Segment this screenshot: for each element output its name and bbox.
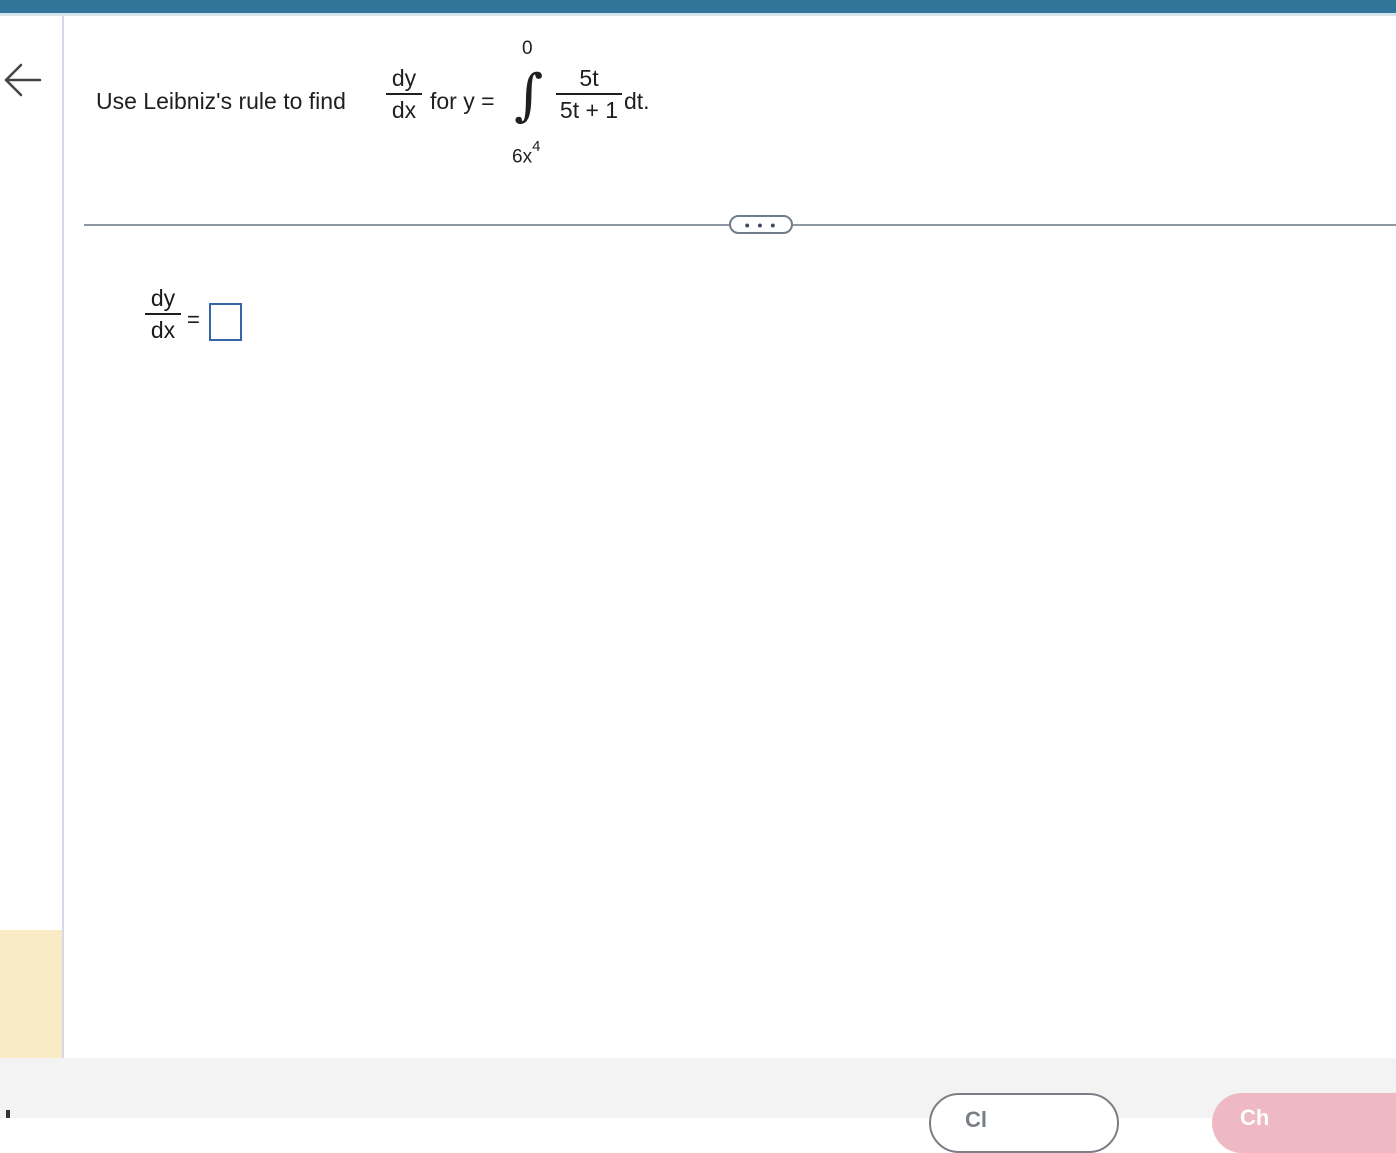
lower-limit-exponent: 4 [532,138,541,155]
fraction-bar [386,93,422,95]
question-middle: for y = [430,88,495,114]
more-options-button[interactable]: • • • [729,215,793,234]
integrand-denominator: 5t + 1 [559,97,619,123]
integral-upper-limit: 0 [522,38,533,59]
left-rail-highlight [0,930,62,1058]
integrand-fraction-bar [556,93,622,95]
fraction-denominator: dx [391,97,417,123]
left-rail-border [62,16,64,1058]
answer-dy-dx-fraction: dy dx [145,285,181,343]
answer-input[interactable] [209,303,242,341]
secondary-action-label: Cl [965,1107,987,1132]
ellipsis-icon: • • • [744,216,778,233]
dy-dx-fraction: dy dx [386,65,422,123]
primary-action-button[interactable]: Ch [1212,1093,1396,1153]
integrand-fraction: 5t 5t + 1 [556,65,622,123]
answer-fraction-numerator: dy [150,285,176,311]
lower-limit-base: 6x [512,146,533,168]
arrow-left-icon [4,63,42,97]
back-button[interactable] [2,60,42,100]
left-rail [0,16,62,1058]
top-header-bar [0,0,1396,13]
integrand-numerator: 5t [579,65,599,91]
fraction-numerator: dy [391,65,417,91]
answer-fraction-denominator: dx [150,317,176,343]
integral-lower-limit: 6x4 [512,138,540,168]
question-suffix: dt. [624,88,650,114]
secondary-action-button[interactable]: Cl [929,1093,1119,1153]
bottom-action-bar [0,1058,1396,1118]
integral-sign-icon: ∫ [514,63,544,128]
equals-sign: = [187,307,200,332]
top-header-underline [0,13,1396,16]
question-prefix: Use Leibniz's rule to find [96,88,346,114]
bottom-left-marker [6,1110,10,1118]
answer-fraction-bar [145,313,181,315]
